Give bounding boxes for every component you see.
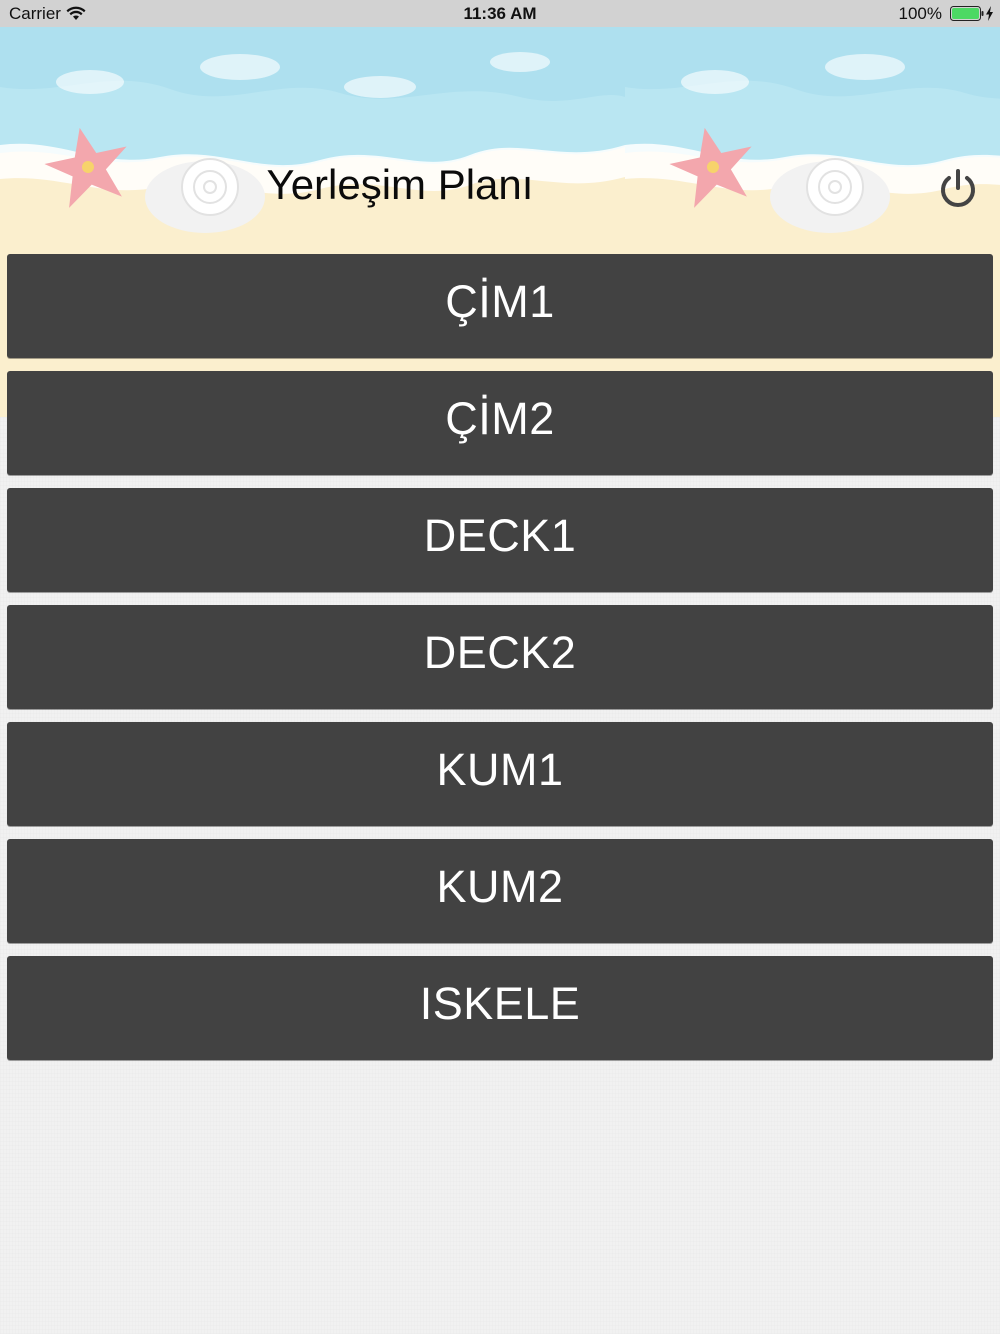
location-button-kum2[interactable]: KUM2	[7, 839, 993, 943]
power-icon[interactable]	[936, 167, 980, 211]
battery-percentage: 100%	[898, 4, 942, 23]
location-list: ÇİM1 ÇİM2 DECK1 DECK2 KUM1 KUM2 ISKELE	[7, 254, 993, 1073]
location-button-deck2[interactable]: DECK2	[7, 605, 993, 709]
location-label: DECK1	[423, 510, 577, 561]
location-button-cim1[interactable]: ÇİM1	[7, 254, 993, 358]
location-label: ÇİM2	[445, 393, 555, 444]
location-button-kum1[interactable]: KUM1	[7, 722, 993, 826]
location-label: KUM1	[436, 744, 564, 795]
location-button-cim2[interactable]: ÇİM2	[7, 371, 993, 475]
location-button-iskele[interactable]: ISKELE	[7, 956, 993, 1060]
clock: 11:36 AM	[463, 4, 537, 23]
location-button-deck1[interactable]: DECK1	[7, 488, 993, 592]
battery-icon	[950, 6, 984, 21]
location-label: ÇİM1	[445, 276, 555, 327]
status-bar: Carrier 11:36 AM 100%	[0, 0, 1000, 27]
location-label: DECK2	[423, 627, 577, 678]
location-label: ISKELE	[419, 978, 581, 1029]
page-title: Yerleşim Planı	[266, 161, 534, 208]
location-label: KUM2	[436, 861, 564, 912]
charging-bolt-icon	[986, 6, 993, 21]
